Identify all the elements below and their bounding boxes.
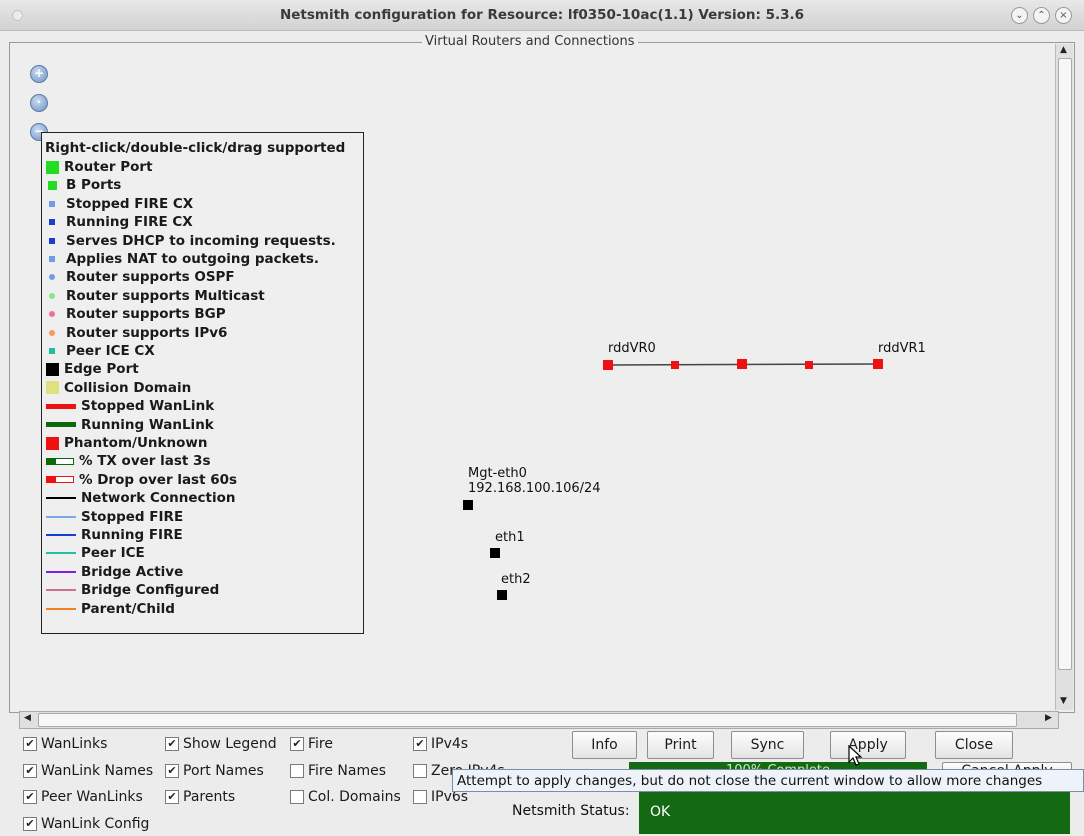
port-label-mgt-eth0[interactable]: Mgt-eth0 [468,466,527,481]
horizontal-scrollbar[interactable]: ◀ ▶ [19,711,1059,729]
checkbox-label: Port Names [183,762,264,779]
wanlink-port-node[interactable] [805,361,813,369]
checkbox-box[interactable]: ✔ [23,816,37,831]
mouse-cursor-icon [848,745,863,766]
option-col-domains-checkbox[interactable]: Col. Domains [290,788,401,806]
sync-button[interactable]: Sync [731,731,804,759]
option-wanlink-config-checkbox[interactable]: ✔ WanLink Config [23,815,149,833]
checkbox-box[interactable] [413,763,427,778]
info-button[interactable]: Info [572,731,637,759]
scroll-right-icon[interactable]: ▶ [1045,713,1052,723]
checkbox-label: Fire Names [308,762,387,779]
virtual-routers-panel: Virtual Routers and Connections + · − Ri… [9,34,1075,713]
edge-port-eth2[interactable] [497,590,507,600]
checkbox-box[interactable] [290,790,304,804]
minimize-icon[interactable]: ⌄ [1011,7,1028,24]
title-bar[interactable]: Netsmith configuration for Resource: lf0… [0,0,1084,31]
port-ip-mgt-eth0: 192.168.100.106/24 [468,481,601,496]
option-port-names-checkbox[interactable]: ✔ Port Names [165,762,264,780]
router-label-rddVR1[interactable]: rddVR1 [878,341,926,356]
status-value: OK [639,790,1070,834]
option-wanlink-names-checkbox[interactable]: ✔ WanLink Names [23,762,153,780]
option-peer-wanlinks-checkbox[interactable]: ✔ Peer WanLinks [23,788,143,806]
vertical-scroll-thumb[interactable] [1058,58,1072,670]
checkbox-box[interactable]: ✔ [165,763,179,778]
scroll-left-icon[interactable]: ◀ [24,713,31,723]
scroll-down-icon[interactable]: ▼ [1060,696,1067,706]
port-label-eth1[interactable]: eth1 [495,530,525,545]
apply-tooltip: Attempt to apply changes, but do not clo… [452,769,1084,792]
checkbox-label: WanLink Names [41,762,154,779]
checkbox-box[interactable]: ✔ [290,737,304,751]
wanlink-port-node[interactable] [671,361,679,369]
checkbox-box[interactable]: ✔ [23,763,37,778]
option-wanlinks-checkbox[interactable]: ✔ WanLinks [23,735,107,753]
status-label: Netsmith Status: [512,803,630,819]
checkbox-box[interactable]: ✔ [165,737,179,751]
checkbox-label: Fire [308,736,333,752]
option-parents-checkbox[interactable]: ✔ Parents [165,788,235,806]
checkbox-label: Parents [183,789,236,805]
topology-links [608,363,879,366]
checkbox-box[interactable] [413,790,427,804]
checkbox-label: WanLinks [41,736,108,752]
option-show-legend-checkbox[interactable]: ✔ Show Legend [165,735,277,753]
horizontal-scroll-thumb[interactable] [38,713,1017,727]
router-node-rddVR0[interactable] [603,360,613,370]
print-button[interactable]: Print [647,731,714,759]
edge-port-eth1[interactable] [490,548,500,558]
apply-button[interactable]: Apply [830,731,906,759]
window-title: Netsmith configuration for Resource: lf0… [279,7,805,23]
checkbox-box[interactable]: ✔ [413,737,427,751]
close-icon[interactable]: × [1055,7,1072,24]
checkbox-box[interactable]: ✔ [165,790,179,804]
maximize-icon[interactable]: ⌃ [1033,7,1050,24]
netsmith-window: Netsmith configuration for Resource: lf0… [0,0,1084,836]
option-fire-names-checkbox[interactable]: Fire Names [290,762,386,780]
vertical-scrollbar[interactable]: ▲ ▼ [1055,44,1073,710]
checkbox-label: Show Legend [183,736,277,752]
router-node-rddVR1[interactable] [873,359,883,369]
option-fire-checkbox[interactable]: ✔ Fire [290,735,333,753]
checkbox-label: IPv4s [431,736,469,752]
topology-canvas[interactable]: + · − Right-click/double-click/drag supp… [21,49,1044,705]
wanlink-endpoint-node[interactable] [737,359,747,369]
edge-port-mgt-eth0[interactable] [463,500,473,510]
option-ipv4s-checkbox[interactable]: ✔ IPv4s [413,735,468,753]
checkbox-label: Col. Domains [308,789,401,805]
checkbox-box[interactable] [290,763,304,778]
checkbox-box[interactable]: ✔ [23,737,37,751]
panel-title: Virtual Routers and Connections [422,34,638,49]
port-label-eth2[interactable]: eth2 [501,572,531,587]
checkbox-box[interactable]: ✔ [23,790,37,804]
scroll-up-icon[interactable]: ▲ [1060,45,1067,55]
close-button[interactable]: Close [935,731,1013,759]
router-label-rddVR0[interactable]: rddVR0 [608,341,656,356]
checkbox-label: WanLink Config [41,815,150,832]
checkbox-label: Peer WanLinks [41,789,143,805]
